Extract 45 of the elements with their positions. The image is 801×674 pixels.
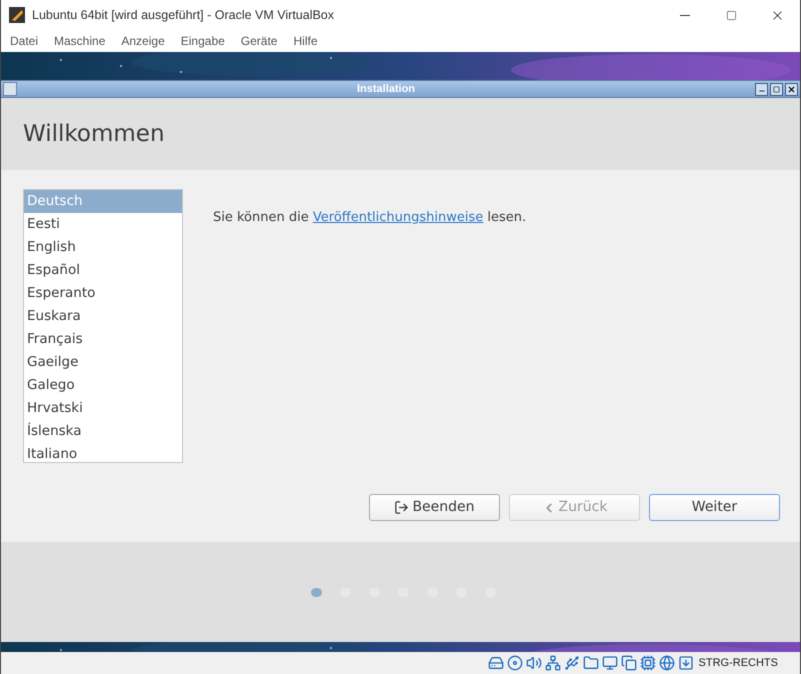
monitor-icon[interactable] xyxy=(602,655,618,671)
window-title: Lubuntu 64bit [wird ausgeführt] - Oracle VM VirtualBox xyxy=(32,6,334,24)
folder-icon[interactable] xyxy=(582,655,599,671)
release-notes-link[interactable]: Veröffentlichungshinweise xyxy=(312,210,484,225)
close-icon xyxy=(787,84,796,94)
language-item[interactable]: Français xyxy=(24,328,182,351)
page-heading: Willkommen xyxy=(23,120,165,149)
language-item[interactable]: Íslenska xyxy=(24,420,182,443)
maximize-button[interactable] xyxy=(770,82,783,96)
language-item[interactable]: Italiano xyxy=(24,443,182,462)
language-item[interactable]: Gaeilge xyxy=(24,351,182,374)
minimize-icon xyxy=(680,14,690,16)
network-icon[interactable] xyxy=(544,655,561,671)
menu-item[interactable]: Anzeige xyxy=(121,32,165,50)
language-item[interactable]: Español xyxy=(24,259,182,282)
disc-icon[interactable] xyxy=(506,655,523,671)
next-button[interactable]: Weiter xyxy=(649,494,780,521)
language-item[interactable]: Euskara xyxy=(24,305,182,328)
globe-icon[interactable] xyxy=(658,655,675,671)
host-key-label: STRG-RECHTS xyxy=(698,656,778,671)
installer-icon xyxy=(3,82,17,96)
menu-item[interactable]: Geräte xyxy=(240,32,278,50)
exit-icon xyxy=(394,500,410,515)
maximize-icon xyxy=(773,86,780,92)
minimize-button[interactable] xyxy=(755,82,768,96)
language-item[interactable]: Eesti xyxy=(24,213,182,236)
language-item[interactable]: English xyxy=(24,236,182,259)
hard-drive-icon[interactable] xyxy=(488,655,504,671)
quit-button[interactable]: Beenden xyxy=(369,494,500,521)
language-item[interactable]: Hrvatski xyxy=(24,397,182,420)
menu-item[interactable]: Eingabe xyxy=(180,32,225,50)
chip-icon[interactable] xyxy=(640,655,656,671)
download-icon[interactable] xyxy=(678,655,694,671)
language-item[interactable]: Galego xyxy=(24,374,182,397)
menu-item[interactable]: Datei xyxy=(10,32,38,50)
app-logo-icon xyxy=(9,7,25,23)
installer-title: Installation xyxy=(356,82,416,97)
close-button[interactable] xyxy=(785,82,798,96)
language-item[interactable]: Esperanto xyxy=(24,282,182,305)
menu-item[interactable]: Maschine xyxy=(54,32,106,50)
release-notes-text: Sie können die Veröffentlichungshinweise lesen. xyxy=(213,209,526,227)
speaker-icon[interactable] xyxy=(526,655,542,671)
maximize-icon xyxy=(726,10,736,20)
menu-item[interactable]: Hilfe xyxy=(293,32,318,50)
usb-icon[interactable] xyxy=(564,655,580,671)
